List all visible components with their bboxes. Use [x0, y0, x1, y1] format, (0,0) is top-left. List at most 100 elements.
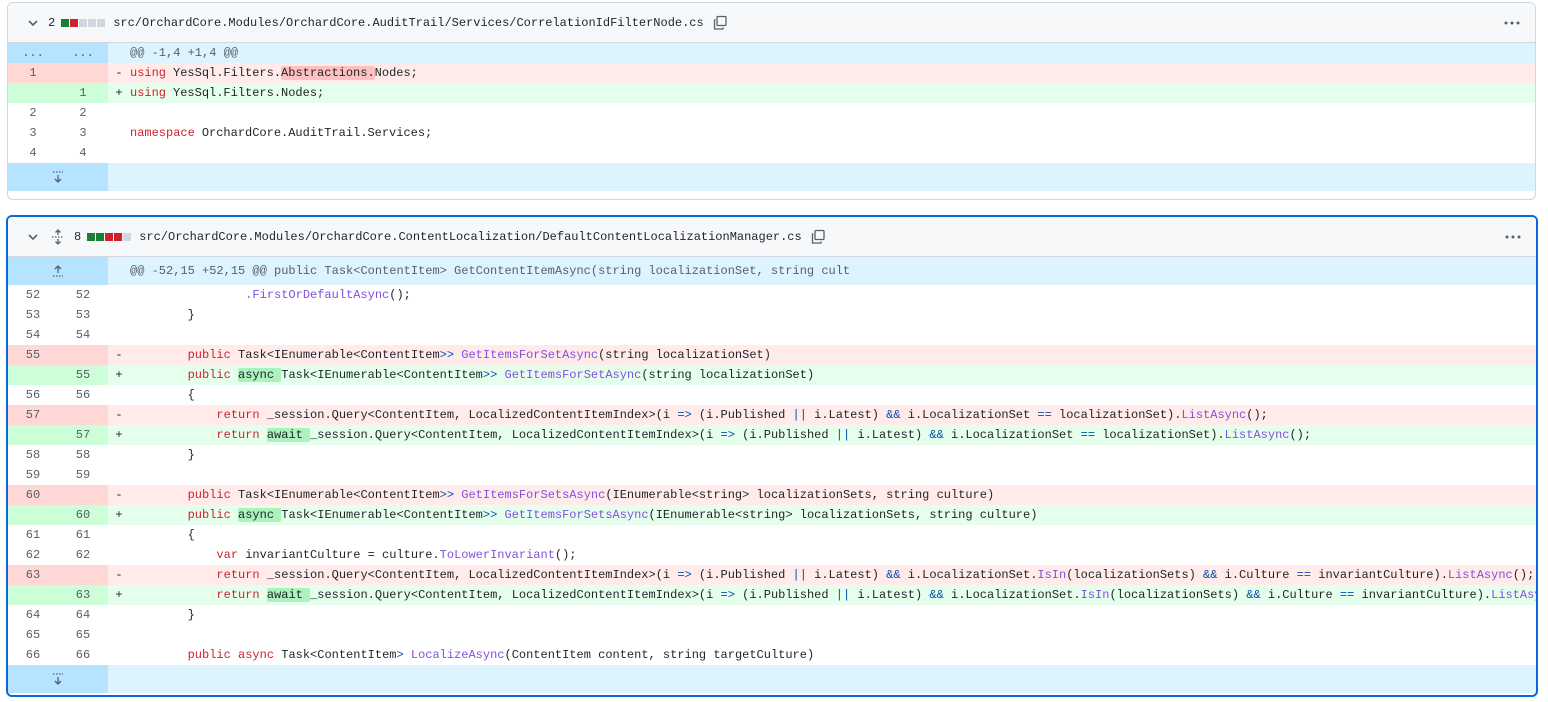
code-token: i.LocalizationSet [943, 428, 1081, 442]
old-line-number[interactable]: 61 [8, 525, 58, 545]
new-line-number[interactable]: 4 [58, 143, 108, 163]
new-line-number[interactable]: 57 [58, 425, 108, 445]
new-line-number[interactable] [58, 565, 108, 585]
new-line-number[interactable]: 53 [58, 305, 108, 325]
old-line-number[interactable]: 66 [8, 645, 58, 665]
old-line-number[interactable] [8, 425, 58, 445]
diff-line-add: 55 + public async Task<IEnumerable<Conten… [8, 365, 1536, 385]
code-content: } [130, 605, 1536, 625]
old-line-number[interactable]: 4 [8, 143, 58, 163]
chevron-down-icon[interactable] [26, 16, 40, 30]
old-line-number[interactable]: 64 [8, 605, 58, 625]
new-line-number[interactable]: 3 [58, 123, 108, 143]
old-line-number[interactable] [8, 83, 58, 103]
copy-icon[interactable] [810, 229, 826, 245]
new-line-number[interactable]: 63 [58, 585, 108, 605]
old-line-number[interactable]: 59 [8, 465, 58, 485]
code-content: } [130, 445, 1536, 465]
old-line-number[interactable] [8, 365, 58, 385]
old-line-number[interactable] [8, 585, 58, 605]
code-token: public [187, 348, 231, 362]
new-line-number[interactable]: 58 [58, 445, 108, 465]
new-line-number[interactable]: 59 [58, 465, 108, 485]
fold-down-icon[interactable] [8, 665, 108, 693]
code-content [130, 325, 1536, 345]
new-line-number[interactable]: 55 [58, 365, 108, 385]
old-line-number[interactable]: 60 [8, 485, 58, 505]
code-token: invariantCulture = culture. [238, 548, 440, 562]
old-line-number[interactable]: 65 [8, 625, 58, 645]
code-token: (i.Published [734, 428, 836, 442]
old-line-number[interactable]: 62 [8, 545, 58, 565]
new-line-number[interactable]: 54 [58, 325, 108, 345]
code-token: i.Latest) [850, 428, 930, 442]
old-line-number[interactable]: 2 [8, 103, 58, 123]
chevron-down-icon[interactable] [26, 230, 40, 244]
file-path[interactable]: src/OrchardCore.Modules/OrchardCore.Cont… [139, 230, 802, 244]
old-line-number[interactable]: 52 [8, 285, 58, 305]
code-token: using [130, 66, 167, 80]
diff-marker [108, 325, 130, 345]
changes-count: 2 [48, 15, 56, 30]
new-line-number[interactable]: 65 [58, 625, 108, 645]
code-token: invariantCulture). [1311, 568, 1448, 582]
old-line-number[interactable]: 1 [8, 63, 58, 83]
kebab-horizontal-icon[interactable] [1504, 229, 1522, 245]
code-content [130, 103, 1535, 123]
file-path[interactable]: src/OrchardCore.Modules/OrchardCore.Audi… [113, 16, 704, 30]
diff-line-add: 60 + public async Task<IEnumerable<Conten… [8, 505, 1536, 525]
new-line-number[interactable]: 52 [58, 285, 108, 305]
code-token: >> [482, 508, 498, 522]
code-token: > [396, 648, 404, 662]
unfold-icon[interactable] [50, 228, 66, 245]
new-line-number[interactable]: 60 [58, 505, 108, 525]
old-line-number[interactable]: 57 [8, 405, 58, 425]
code-token: LocalizeAsync [410, 648, 505, 662]
fold-up-icon[interactable] [8, 257, 108, 285]
code-token: => [677, 568, 692, 582]
old-line-number[interactable]: 53 [8, 305, 58, 325]
code-content: } [130, 305, 1536, 325]
expand-old[interactable]: ... [8, 43, 58, 63]
old-line-number[interactable] [8, 505, 58, 525]
code-token: GetItemsForSetsAsync [504, 508, 649, 522]
diff-marker: - [115, 408, 123, 422]
expand-new[interactable]: ... [58, 43, 108, 63]
old-line-number[interactable]: 56 [8, 385, 58, 405]
new-line-number[interactable] [58, 485, 108, 505]
new-line-number[interactable]: 1 [58, 83, 108, 103]
new-line-number[interactable] [58, 345, 108, 365]
diffstat-add-block [87, 232, 96, 241]
diff-line-add: 57 + return await _session.Query<ContentI… [8, 425, 1536, 445]
old-line-number[interactable]: 55 [8, 345, 58, 365]
old-line-number[interactable]: 63 [8, 565, 58, 585]
diff-line-ctx: 58 58 } [8, 445, 1536, 465]
file-diff-localization: 8 src/OrchardCore.Modules/OrchardCore.Co… [6, 215, 1538, 697]
new-line-number[interactable]: 2 [58, 103, 108, 123]
code-token: => [677, 408, 692, 422]
copy-icon[interactable] [712, 15, 728, 31]
diff-line-del: 60 - public Task<IEnumerable<ContentItem>… [8, 485, 1536, 505]
code-token: i.LocalizationSet. [943, 588, 1081, 602]
new-line-number[interactable]: 56 [58, 385, 108, 405]
code-token: i.Latest) [850, 588, 930, 602]
old-line-number[interactable]: 54 [8, 325, 58, 345]
new-line-number[interactable] [58, 63, 108, 83]
new-line-number[interactable]: 64 [58, 605, 108, 625]
new-line-number[interactable]: 66 [58, 645, 108, 665]
fold-down-icon[interactable] [8, 163, 108, 191]
new-line-number[interactable] [58, 405, 108, 425]
code-token: >> [439, 348, 455, 362]
code-token: (); [389, 288, 411, 302]
kebab-horizontal-icon[interactable] [1503, 15, 1521, 31]
file-diff-correlation: 2 src/OrchardCore.Modules/OrchardCore.Au… [7, 2, 1536, 200]
diff-line-del: 57 - return _session.Query<ContentItem, L… [8, 405, 1536, 425]
diff-line-ctx: 66 66 public async Task<ContentItem> Loca… [8, 645, 1536, 665]
new-line-number[interactable]: 61 [58, 525, 108, 545]
old-line-number[interactable]: 58 [8, 445, 58, 465]
old-line-number[interactable]: 3 [8, 123, 58, 143]
new-line-number[interactable]: 62 [58, 545, 108, 565]
